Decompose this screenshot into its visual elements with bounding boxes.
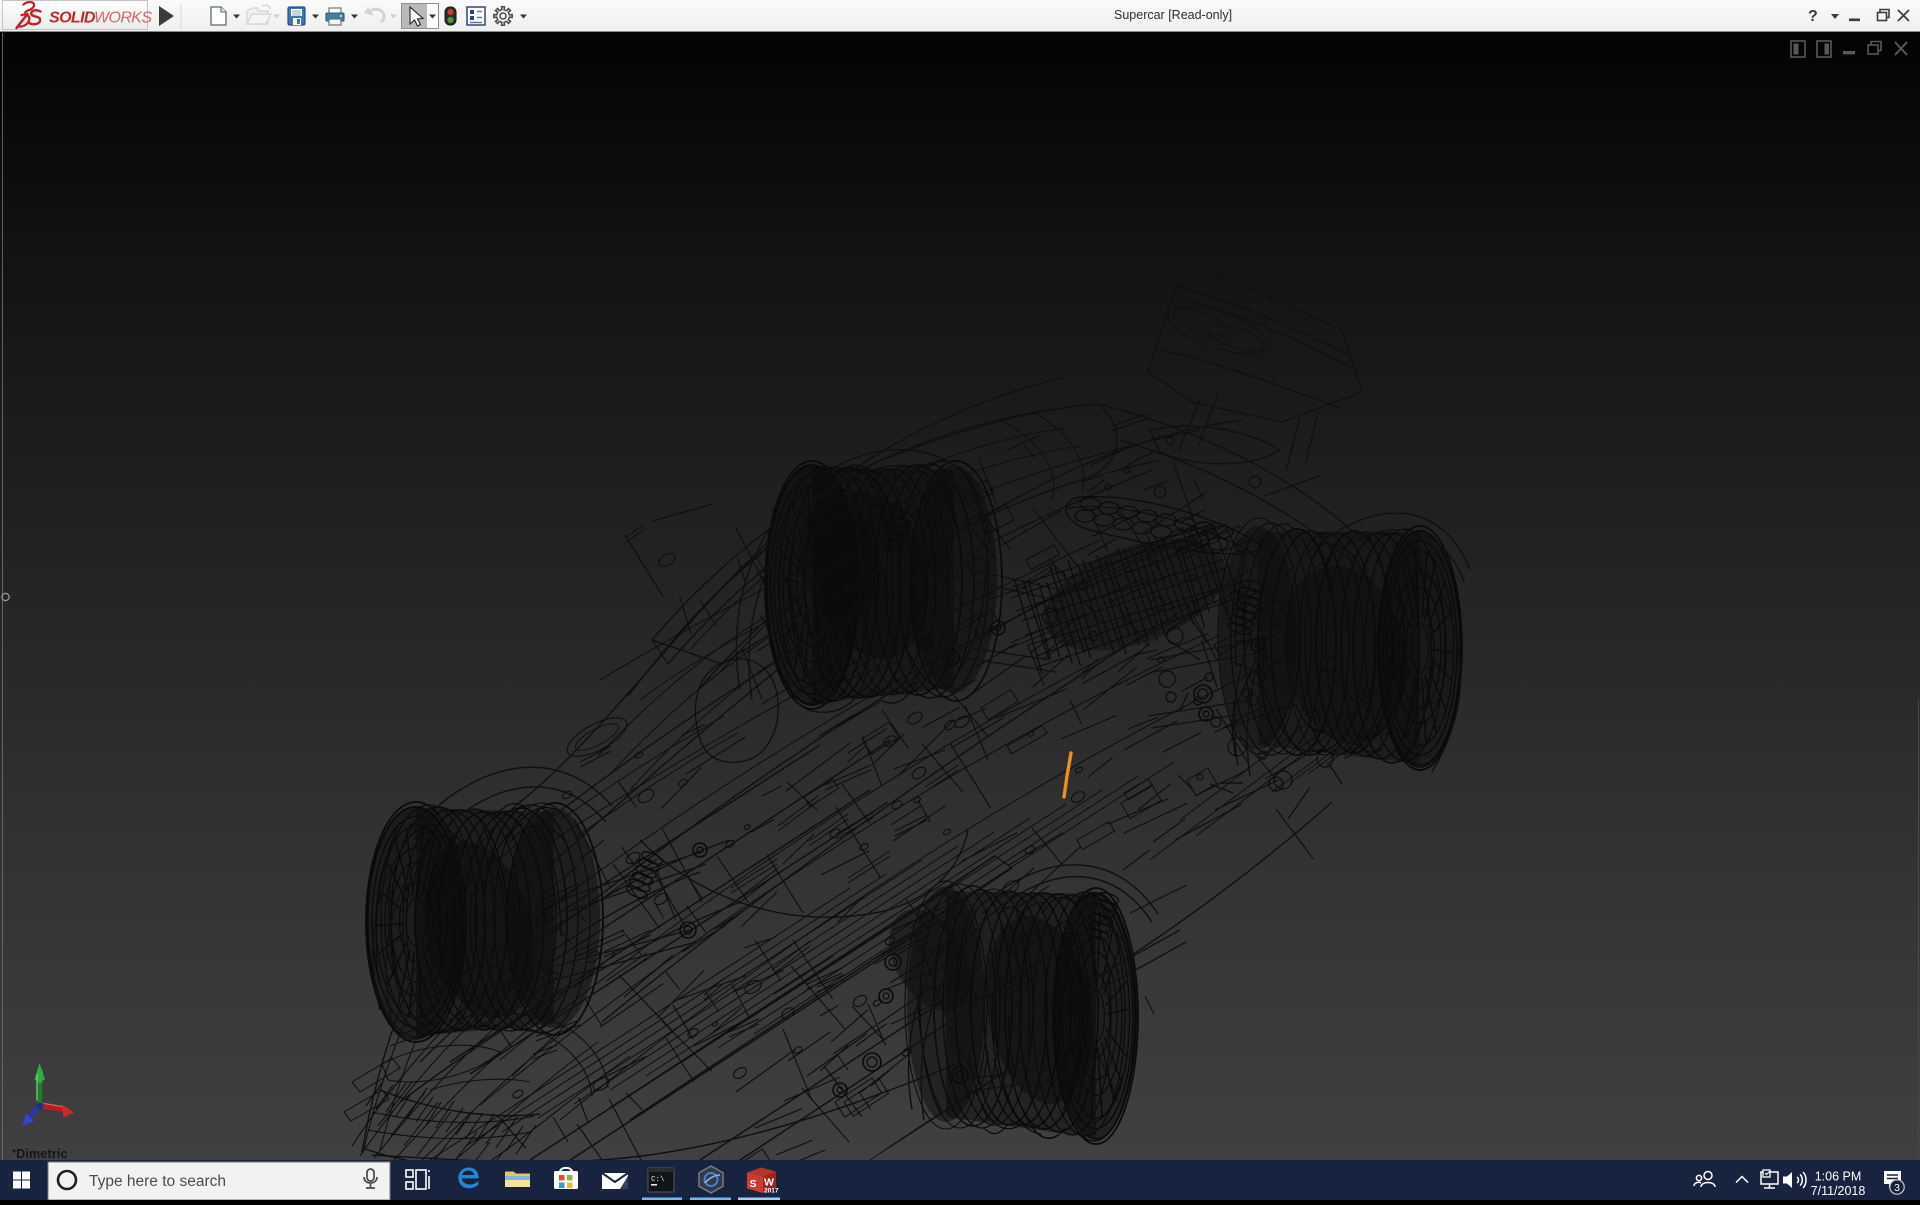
svg-text:1:06 PM: 1:06 PM: [1815, 1170, 1862, 1184]
svg-text:3: 3: [1894, 1182, 1900, 1194]
svg-text:S: S: [750, 1178, 757, 1190]
svg-text:WORKS: WORKS: [94, 10, 152, 27]
svg-text:?: ?: [1808, 8, 1818, 25]
svg-text:SOLID: SOLID: [49, 10, 96, 27]
svg-text:C:\: C:\: [651, 1176, 665, 1184]
svg-text:Type here to search: Type here to search: [89, 1173, 226, 1190]
svg-text:7/11/2018: 7/11/2018: [1811, 1184, 1866, 1198]
svg-text:2017: 2017: [764, 1188, 779, 1195]
